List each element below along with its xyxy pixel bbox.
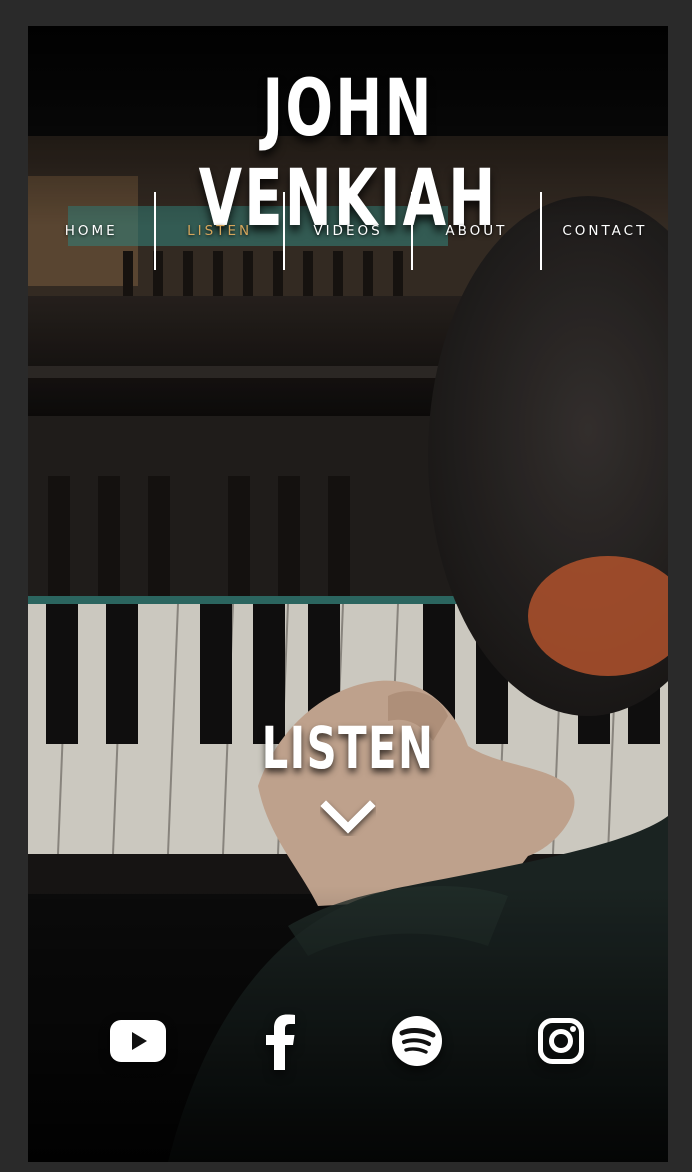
youtube-icon[interactable]	[110, 1020, 166, 1066]
spotify-icon[interactable]	[391, 1015, 443, 1071]
nav-item-videos[interactable]: VIDEOS	[285, 192, 414, 270]
nav-item-contact[interactable]: CONTACT	[542, 192, 668, 270]
section-title: LISTEN	[261, 714, 435, 782]
hero-section: JOHN VENKIAH HOME LISTEN VIDEOS ABOUT CO…	[28, 26, 668, 1162]
social-links	[28, 1014, 668, 1074]
nav-item-listen[interactable]: LISTEN	[156, 192, 285, 270]
facebook-icon[interactable]	[262, 1014, 298, 1074]
chevron-down-icon[interactable]	[320, 800, 376, 836]
instagram-icon[interactable]	[538, 1018, 584, 1068]
nav-item-home[interactable]: HOME	[28, 192, 157, 270]
main-nav: HOME LISTEN VIDEOS ABOUT CONTACT	[28, 192, 668, 270]
nav-item-about[interactable]: ABOUT	[413, 192, 542, 270]
